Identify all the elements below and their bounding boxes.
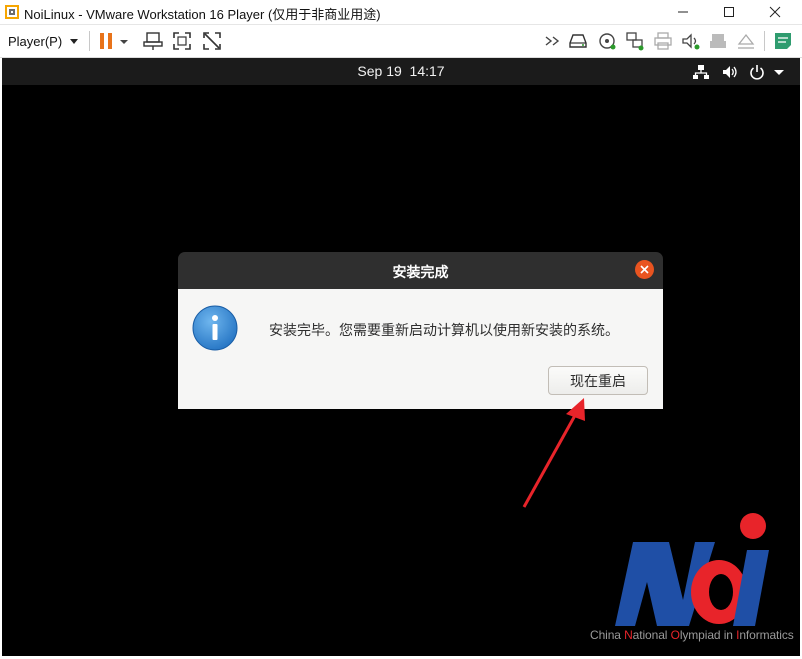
close-icon [640, 265, 649, 274]
chevron-down-icon [70, 39, 79, 44]
dialog-body: 安装完毕。您需要重新启动计算机以使用新安装的系统。 现在重启 [178, 289, 663, 409]
guest-screen[interactable]: Sep 19 14:17 安装完成 安装完毕。您需要重新启动计算机以使用新安装的… [2, 58, 800, 656]
volume-icon[interactable] [721, 63, 739, 81]
network-adapter-icon[interactable] [624, 30, 646, 52]
maximize-icon [724, 7, 734, 17]
toolbar-separator [89, 31, 90, 51]
minimize-button[interactable] [660, 0, 706, 24]
dialog-header: 安装完成 [178, 252, 663, 289]
minimize-icon [678, 11, 688, 13]
info-icon [192, 305, 238, 351]
send-ctrl-alt-del-icon[interactable] [142, 30, 164, 52]
gnome-top-bar: Sep 19 14:17 [2, 58, 800, 85]
menu-arrow-icon[interactable] [772, 63, 786, 81]
maximize-button[interactable] [706, 0, 752, 24]
fullscreen-icon[interactable] [171, 30, 193, 52]
clock[interactable]: Sep 19 14:17 [2, 63, 800, 79]
toolbar-separator [764, 31, 765, 51]
window-title-bar[interactable]: NoiLinux - VMware Workstation 16 Player … [0, 0, 802, 25]
pause-icon[interactable] [95, 30, 117, 52]
message-log-icon[interactable] [772, 30, 794, 52]
dialog-message: 安装完毕。您需要重新启动计算机以使用新安装的系统。 [269, 322, 619, 338]
player-menu-label: Player(P) [8, 33, 63, 49]
restart-now-button[interactable]: 现在重启 [548, 366, 648, 395]
player-menu[interactable]: Player(P) [4, 29, 86, 53]
dialog-close-button[interactable] [635, 260, 654, 279]
cd-dvd-icon[interactable] [596, 30, 618, 52]
usb-controller-icon[interactable] [707, 30, 729, 52]
close-icon [769, 6, 781, 18]
expand-icon[interactable] [543, 30, 563, 52]
unity-icon[interactable] [201, 30, 223, 52]
noi-caption: China National Olympiad in Informatics [590, 628, 794, 642]
printer-icon[interactable] [652, 30, 674, 52]
pause-dropdown-icon[interactable] [117, 30, 131, 52]
display-icon[interactable] [735, 30, 757, 52]
close-button[interactable] [752, 0, 798, 24]
clock-date: Sep 19 [357, 63, 402, 79]
install-complete-dialog: 安装完成 安装完毕。您需要重新启动计算机以使用新安装的系统。 现在重启 [178, 252, 663, 409]
power-icon[interactable] [748, 63, 766, 81]
clock-time: 14:17 [409, 63, 445, 79]
sound-card-icon[interactable] [680, 30, 702, 52]
vmware-toolbar: Player(P) [0, 25, 802, 58]
vmware-icon [5, 5, 19, 19]
dialog-title: 安装完成 [392, 264, 449, 280]
network-wired-icon[interactable] [692, 63, 710, 81]
window-title: NoiLinux - VMware Workstation 16 Player … [24, 7, 381, 22]
hard-disk-icon[interactable] [567, 30, 589, 52]
